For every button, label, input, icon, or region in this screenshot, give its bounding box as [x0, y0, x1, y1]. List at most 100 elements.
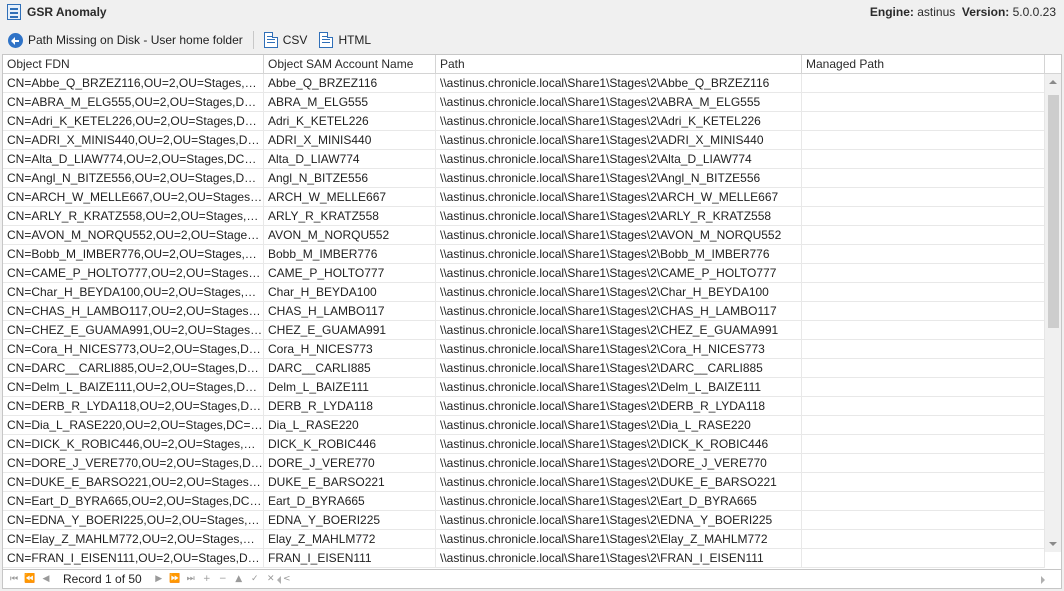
cell-object-fdn[interactable]: CN=Abbe_Q_BRZEZ116,OU=2,OU=Stages,DC=ch.… — [3, 74, 264, 93]
cell-managed-path[interactable] — [802, 150, 1045, 169]
cell-path[interactable]: \\astinus.chronicle.local\Share1\Stages\… — [436, 264, 802, 283]
table-row[interactable]: CN=Elay_Z_MAHLM772,OU=2,OU=Stages,DC=c..… — [3, 530, 1045, 549]
scroll-left-icon[interactable] — [275, 572, 285, 587]
cell-managed-path[interactable] — [802, 188, 1045, 207]
cell-object-fdn[interactable]: CN=CHAS_H_LAMBO117,OU=2,OU=Stages,DC... — [3, 302, 264, 321]
cell-object-fdn[interactable]: CN=Dia_L_RASE220,OU=2,OU=Stages,DC=chro.… — [3, 416, 264, 435]
table-row[interactable]: CN=Cora_H_NICES773,OU=2,OU=Stages,DC=c..… — [3, 340, 1045, 359]
cell-managed-path[interactable] — [802, 397, 1045, 416]
scroll-right-icon[interactable] — [1037, 572, 1047, 587]
cell-managed-path[interactable] — [802, 207, 1045, 226]
edit-record-icon[interactable]: ▲ — [232, 572, 246, 586]
vertical-scrollbar[interactable] — [1044, 74, 1061, 552]
table-row[interactable]: CN=Adri_K_KETEL226,OU=2,OU=Stages,DC=ch.… — [3, 112, 1045, 131]
cell-path[interactable]: \\astinus.chronicle.local\Share1\Stages\… — [436, 112, 802, 131]
cell-object-fdn[interactable]: CN=ARLY_R_KRATZ558,OU=2,OU=Stages,DC=c..… — [3, 207, 264, 226]
cell-path[interactable]: \\astinus.chronicle.local\Share1\Stages\… — [436, 226, 802, 245]
table-row[interactable]: CN=ARCH_W_MELLE667,OU=2,OU=Stages,DC... A… — [3, 188, 1045, 207]
save-record-icon[interactable]: ✓ — [248, 572, 262, 586]
cell-path[interactable]: \\astinus.chronicle.local\Share1\Stages\… — [436, 549, 802, 568]
cell-path[interactable]: \\astinus.chronicle.local\Share1\Stages\… — [436, 131, 802, 150]
cell-path[interactable]: \\astinus.chronicle.local\Share1\Stages\… — [436, 169, 802, 188]
cell-managed-path[interactable] — [802, 435, 1045, 454]
cell-sam-account-name[interactable]: ARLY_R_KRATZ558 — [264, 207, 436, 226]
table-row[interactable]: CN=Eart_D_BYRA665,OU=2,OU=Stages,DC=ch..… — [3, 492, 1045, 511]
table-row[interactable]: CN=Delm_L_BAIZE111,OU=2,OU=Stages,DC=c..… — [3, 378, 1045, 397]
cell-path[interactable]: \\astinus.chronicle.local\Share1\Stages\… — [436, 302, 802, 321]
cell-path[interactable]: \\astinus.chronicle.local\Share1\Stages\… — [436, 283, 802, 302]
cell-sam-account-name[interactable]: EDNA_Y_BOERI225 — [264, 511, 436, 530]
cell-path[interactable]: \\astinus.chronicle.local\Share1\Stages\… — [436, 321, 802, 340]
cell-sam-account-name[interactable]: DICK_K_ROBIC446 — [264, 435, 436, 454]
cell-sam-account-name[interactable]: Elay_Z_MAHLM772 — [264, 530, 436, 549]
cell-object-fdn[interactable]: CN=FRAN_I_EISEN111,OU=2,OU=Stages,DC=c..… — [3, 549, 264, 568]
previous-page-icon[interactable]: ⏪ — [23, 572, 37, 586]
table-row[interactable]: CN=DORE_J_VERE770,OU=2,OU=Stages,DC=c...… — [3, 454, 1045, 473]
cell-sam-account-name[interactable]: Bobb_M_IMBER776 — [264, 245, 436, 264]
cell-object-fdn[interactable]: CN=EDNA_Y_BOERI225,OU=2,OU=Stages,DC=c..… — [3, 511, 264, 530]
cell-managed-path[interactable] — [802, 321, 1045, 340]
table-row[interactable]: CN=DERB_R_LYDA118,OU=2,OU=Stages,DC=c...… — [3, 397, 1045, 416]
cell-object-fdn[interactable]: CN=Bobb_M_IMBER776,OU=2,OU=Stages,DC=... — [3, 245, 264, 264]
cell-path[interactable]: \\astinus.chronicle.local\Share1\Stages\… — [436, 245, 802, 264]
cell-path[interactable]: \\astinus.chronicle.local\Share1\Stages\… — [436, 74, 802, 93]
cell-managed-path[interactable] — [802, 492, 1045, 511]
csv-export-button[interactable]: CSV — [258, 28, 314, 52]
table-row[interactable]: CN=ABRA_M_ELG555,OU=2,OU=Stages,DC=ch...… — [3, 93, 1045, 112]
cell-managed-path[interactable] — [802, 93, 1045, 112]
cell-managed-path[interactable] — [802, 359, 1045, 378]
next-page-icon[interactable]: ⏩ — [168, 572, 182, 586]
scroll-down-icon[interactable] — [1045, 535, 1061, 552]
cell-path[interactable]: \\astinus.chronicle.local\Share1\Stages\… — [436, 473, 802, 492]
cell-managed-path[interactable] — [802, 511, 1045, 530]
table-row[interactable]: CN=ADRI_X_MINIS440,OU=2,OU=Stages,DC=c..… — [3, 131, 1045, 150]
scroll-thumb[interactable] — [1048, 95, 1059, 328]
cell-object-fdn[interactable]: CN=Adri_K_KETEL226,OU=2,OU=Stages,DC=ch.… — [3, 112, 264, 131]
cell-managed-path[interactable] — [802, 378, 1045, 397]
cell-sam-account-name[interactable]: ADRI_X_MINIS440 — [264, 131, 436, 150]
next-record-icon[interactable]: ▶ — [152, 572, 166, 586]
scroll-up-icon[interactable] — [1045, 74, 1061, 91]
cell-object-fdn[interactable]: CN=Char_H_BEYDA100,OU=2,OU=Stages,DC=c..… — [3, 283, 264, 302]
cell-managed-path[interactable] — [802, 416, 1045, 435]
cell-object-fdn[interactable]: CN=Cora_H_NICES773,OU=2,OU=Stages,DC=c..… — [3, 340, 264, 359]
cell-sam-account-name[interactable]: Char_H_BEYDA100 — [264, 283, 436, 302]
cell-managed-path[interactable] — [802, 302, 1045, 321]
cell-object-fdn[interactable]: CN=Alta_D_LIAW774,OU=2,OU=Stages,DC=chr.… — [3, 150, 264, 169]
table-row[interactable]: CN=AVON_M_NORQU552,OU=2,OU=Stages,DC... A… — [3, 226, 1045, 245]
previous-record-icon[interactable]: ◀ — [39, 572, 53, 586]
cell-managed-path[interactable] — [802, 283, 1045, 302]
cell-managed-path[interactable] — [802, 454, 1045, 473]
cell-path[interactable]: \\astinus.chronicle.local\Share1\Stages\… — [436, 340, 802, 359]
table-row[interactable]: CN=Alta_D_LIAW774,OU=2,OU=Stages,DC=chr.… — [3, 150, 1045, 169]
cell-path[interactable]: \\astinus.chronicle.local\Share1\Stages\… — [436, 397, 802, 416]
cell-path[interactable]: \\astinus.chronicle.local\Share1\Stages\… — [436, 188, 802, 207]
last-record-icon[interactable]: ⏭ — [184, 572, 198, 586]
cell-managed-path[interactable] — [802, 112, 1045, 131]
cell-sam-account-name[interactable]: Eart_D_BYRA665 — [264, 492, 436, 511]
cell-sam-account-name[interactable]: Adri_K_KETEL226 — [264, 112, 436, 131]
cell-managed-path[interactable] — [802, 549, 1045, 568]
table-row[interactable]: CN=CHAS_H_LAMBO117,OU=2,OU=Stages,DC... C… — [3, 302, 1045, 321]
table-row[interactable]: CN=CHEZ_E_GUAMA991,OU=2,OU=Stages,DC... C… — [3, 321, 1045, 340]
cell-sam-account-name[interactable]: Abbe_Q_BRZEZ116 — [264, 74, 436, 93]
cell-object-fdn[interactable]: CN=Angl_N_BITZE556,OU=2,OU=Stages,DC=ch.… — [3, 169, 264, 188]
column-header-object-fdn[interactable]: Object FDN — [3, 55, 264, 74]
cell-sam-account-name[interactable]: FRAN_I_EISEN111 — [264, 549, 436, 568]
cell-object-fdn[interactable]: CN=DICK_K_ROBIC446,OU=2,OU=Stages,DC=c..… — [3, 435, 264, 454]
cell-object-fdn[interactable]: CN=Eart_D_BYRA665,OU=2,OU=Stages,DC=ch..… — [3, 492, 264, 511]
table-row[interactable]: CN=DICK_K_ROBIC446,OU=2,OU=Stages,DC=c..… — [3, 435, 1045, 454]
table-row[interactable]: CN=Angl_N_BITZE556,OU=2,OU=Stages,DC=ch.… — [3, 169, 1045, 188]
cell-managed-path[interactable] — [802, 264, 1045, 283]
cell-path[interactable]: \\astinus.chronicle.local\Share1\Stages\… — [436, 492, 802, 511]
append-record-icon[interactable]: + — [200, 572, 214, 586]
cell-path[interactable]: \\astinus.chronicle.local\Share1\Stages\… — [436, 378, 802, 397]
cell-path[interactable]: \\astinus.chronicle.local\Share1\Stages\… — [436, 454, 802, 473]
cell-object-fdn[interactable]: CN=DERB_R_LYDA118,OU=2,OU=Stages,DC=c... — [3, 397, 264, 416]
cell-managed-path[interactable] — [802, 473, 1045, 492]
cell-object-fdn[interactable]: CN=CAME_P_HOLTO777,OU=2,OU=Stages,DC=... — [3, 264, 264, 283]
horizontal-scrollbar[interactable] — [275, 572, 1047, 587]
cell-sam-account-name[interactable]: Dia_L_RASE220 — [264, 416, 436, 435]
cell-object-fdn[interactable]: CN=DORE_J_VERE770,OU=2,OU=Stages,DC=c... — [3, 454, 264, 473]
table-row[interactable]: CN=ARLY_R_KRATZ558,OU=2,OU=Stages,DC=c..… — [3, 207, 1045, 226]
